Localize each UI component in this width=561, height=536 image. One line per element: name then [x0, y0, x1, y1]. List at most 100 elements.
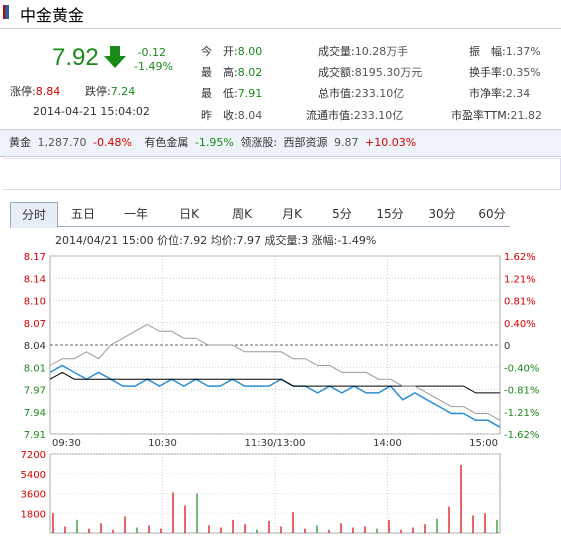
limit-up-value: 8.84	[35, 85, 61, 98]
pct-tick-label: 1.21%	[504, 274, 536, 285]
stat-value: 0.35%	[505, 66, 541, 79]
stat-volume: 成交量:10.28万手	[318, 43, 408, 59]
stat-value: 8195.30万元	[354, 66, 423, 79]
stat-label: 市盈率TTM:	[451, 109, 511, 122]
limit-up: 涨停:8.84	[10, 83, 60, 99]
tab-5min[interactable]: 5分	[322, 202, 362, 226]
gold-percent: -0.48%	[92, 136, 132, 149]
pct-tick-label: -0.81%	[504, 386, 539, 397]
stat-value: 8.00	[237, 45, 263, 58]
volume-tick-label: 5400	[21, 470, 46, 481]
quote-timestamp: 2014-04-21 15:04:02	[33, 105, 150, 118]
stat-value: 1.37%	[505, 45, 541, 58]
stat-prev-close: 昨 收:8.04	[201, 107, 262, 123]
tab-intraday[interactable]: 分时	[10, 202, 58, 228]
x-tick-label: 14:00	[373, 438, 402, 449]
volume-tick-label: 7200	[21, 450, 46, 461]
leader-percent: +10.03%	[365, 136, 417, 149]
stat-low: 最 低:7.91	[201, 85, 262, 101]
chart-grid	[49, 255, 501, 534]
x-tick-label: 15:00	[469, 438, 498, 449]
pct-tick-label: -1.21%	[504, 408, 539, 419]
pct-tick-label: 0.81%	[504, 297, 536, 308]
stat-label: 最 高:	[201, 66, 238, 79]
market-ticker: 黄金 1,287.70 -0.48% 有色金属 -1.95% 领涨股: 西部资源…	[0, 129, 561, 157]
stat-pb: 市净率:2.34	[469, 85, 530, 101]
stat-value: 233.10亿	[353, 109, 404, 122]
limit-up-label: 涨停:	[10, 85, 36, 98]
reference-line	[49, 323, 501, 421]
limit-down-label: 跌停:	[85, 85, 111, 98]
limit-down: 跌停:7.24	[85, 83, 135, 99]
y-tick-label: 8.07	[24, 319, 46, 330]
stat-turnover-rate: 换手率:0.35%	[469, 64, 541, 80]
tab-weekly-k[interactable]: 周K	[219, 202, 265, 226]
volume-tick-label: 3600	[21, 490, 46, 501]
gold-label: 黄金	[9, 136, 31, 149]
price-change: -0.12 -1.49%	[134, 46, 173, 74]
stat-value: 21.82	[510, 109, 542, 122]
sector-percent: -1.95%	[194, 136, 234, 149]
stat-turnover: 成交额:8195.30万元	[318, 64, 422, 80]
stat-label: 昨 收:	[201, 109, 238, 122]
tab-daily-k[interactable]: 日K	[166, 202, 212, 226]
stat-value: 8.04	[237, 109, 263, 122]
stat-label: 成交额:	[318, 66, 355, 79]
header: 中金黄金	[0, 0, 561, 29]
pct-tick-label: -1.62%	[504, 430, 539, 441]
stat-label: 总市值:	[318, 87, 355, 100]
stat-label: 流通市值:	[306, 109, 354, 122]
y-tick-label: 7.97	[24, 386, 46, 397]
tab-15min[interactable]: 15分	[370, 202, 410, 226]
tab-one-year[interactable]: 一年	[113, 202, 159, 226]
stat-amplitude: 振 幅:1.37%	[469, 43, 541, 59]
chart-tabs: 分时 五日 一年 日K 周K 月K 5分 15分 30分 60分	[10, 202, 512, 228]
pct-tick-label: 0	[504, 341, 510, 352]
volume-tick-label: 1800	[21, 509, 46, 520]
pct-tick-label: 1.62%	[504, 252, 536, 263]
tab-monthly-k[interactable]: 月K	[269, 202, 315, 226]
leader-label: 领涨股:	[240, 136, 278, 149]
leader-price: 9.87	[334, 136, 359, 149]
sector-label[interactable]: 有色金属	[144, 136, 188, 149]
stat-value: 8.02	[237, 66, 263, 79]
stat-label: 成交量:	[318, 45, 355, 58]
x-tick-label: 09:30	[52, 438, 81, 449]
stat-label: 最 低:	[201, 87, 238, 100]
stat-label: 市净率:	[469, 87, 506, 100]
pct-tick-label: -0.40%	[504, 363, 539, 374]
y-tick-label: 7.91	[24, 430, 46, 441]
last-price: 7.92	[52, 44, 99, 71]
pct-tick-label: 0.40%	[504, 319, 536, 330]
stat-label: 换手率:	[469, 66, 506, 79]
y-tick-label: 8.14	[24, 274, 46, 285]
y-tick-label: 8.10	[24, 297, 46, 308]
x-tick-label: 11:30/13:00	[244, 438, 305, 449]
tab-60min[interactable]: 60分	[472, 202, 512, 226]
x-tick-label: 10:30	[148, 438, 177, 449]
header-mark	[3, 5, 9, 19]
y-tick-label: 8.17	[24, 252, 46, 263]
stat-market-cap: 总市值:233.10亿	[318, 85, 404, 101]
stat-label: 今 开:	[201, 45, 238, 58]
y-tick-label: 8.01	[24, 363, 46, 374]
page-title: 中金黄金	[20, 6, 85, 25]
y-tick-label: 8.04	[24, 341, 46, 352]
stat-float-cap: 流通市值:233.10亿	[306, 107, 403, 123]
change-percent: -1.49%	[134, 60, 173, 73]
stat-value: 2.34	[505, 87, 531, 100]
down-arrow-icon	[104, 46, 126, 68]
stat-value: 10.28万手	[354, 45, 409, 58]
stat-pe: 市盈率TTM:21.82	[451, 107, 542, 123]
leader-name[interactable]: 西部资源	[284, 136, 328, 149]
limit-down-value: 7.24	[110, 85, 136, 98]
blank-panel	[3, 158, 561, 190]
tab-five-day[interactable]: 五日	[60, 202, 106, 226]
stat-value: 7.91	[237, 87, 263, 100]
stat-label: 振 幅:	[469, 45, 506, 58]
gold-value: 1,287.70	[37, 136, 87, 149]
y-tick-label: 7.94	[24, 408, 46, 419]
intraday-chart: 8.17 1.62% 8.14 1.21% 8.10 0.81% 8.07 0.40% 8.04…	[21, 252, 539, 534]
stat-open: 今 开:8.00	[201, 43, 262, 59]
tab-30min[interactable]: 30分	[422, 202, 462, 226]
